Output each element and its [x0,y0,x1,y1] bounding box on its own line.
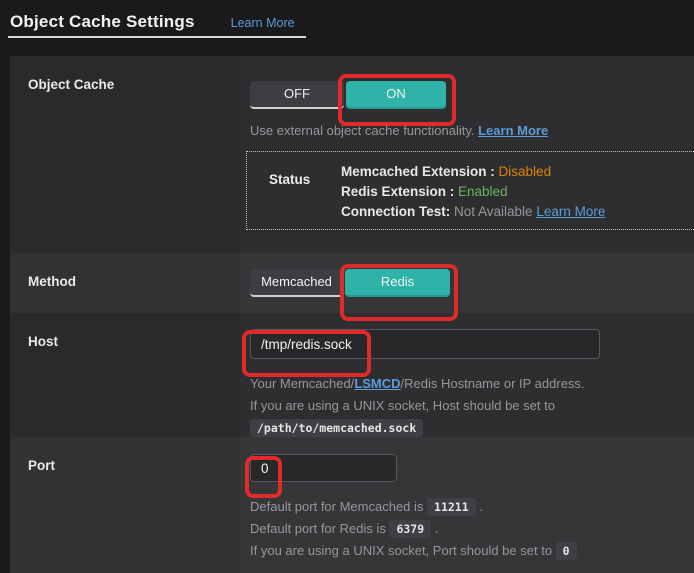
row-port: Port Default port for Memcached is 11211… [10,437,694,573]
port-description-memcached: Default port for Memcached is 11211 . [250,498,483,516]
object-cache-learn-more-link[interactable]: Learn More [478,123,548,138]
method-redis-button[interactable]: Redis [345,269,450,297]
port-input[interactable] [250,454,397,482]
host-description-1: Your Memcached/LSMCD/Redis Hostname or I… [250,376,585,391]
port-description-redis: Default port for Redis is 6379 . [250,520,439,538]
settings-table: Object Cache OFF ON Use external object … [10,56,694,573]
method-memcached-button[interactable]: Memcached [250,269,343,297]
connection-status-value: Not Available [454,204,537,219]
socket-port-code: 0 [555,542,577,560]
memcached-status-value: Disabled [498,164,552,179]
lsmcd-link[interactable]: LSMCD [354,376,400,391]
status-line-redis: Redis Extension : Enabled [341,184,508,199]
row-host: Host Your Memcached/LSMCD/Redis Hostname… [10,313,694,437]
host-description-2: If you are using a UNIX socket, Host sho… [250,398,555,437]
object-cache-toggle: OFF ON [250,81,446,109]
redis-status-value: Enabled [458,184,508,199]
method-label: Method [10,253,240,313]
row-method: Method Memcached Redis [10,253,694,313]
port-description-socket: If you are using a UNIX socket, Port sho… [250,540,694,562]
page-title: Object Cache Settings [10,12,195,31]
row-object-cache: Object Cache OFF ON Use external object … [10,56,694,253]
host-input[interactable] [250,329,600,359]
header-learn-more-link[interactable]: Learn More [231,16,295,30]
status-line-memcached: Memcached Extension : Disabled [341,164,552,179]
status-lines: Memcached Extension : Disabled Redis Ext… [341,152,605,229]
object-cache-label: Object Cache [10,56,240,253]
connection-learn-more-link[interactable]: Learn More [536,204,605,219]
host-label: Host [10,313,240,437]
host-socket-path-code: /path/to/memcached.sock [250,419,424,437]
memcached-port-code: 11211 [427,498,476,516]
status-line-connection: Connection Test: Not Available Learn Mor… [341,204,606,219]
object-cache-on-button[interactable]: ON [346,81,446,109]
port-label: Port [10,437,240,573]
page-header: Object Cache Settings Learn More [8,10,306,38]
status-box: Status Memcached Extension : Disabled Re… [246,151,694,230]
object-cache-off-button[interactable]: OFF [250,81,344,109]
method-toggle: Memcached Redis [250,269,450,297]
redis-port-code: 6379 [389,520,432,538]
object-cache-description: Use external object cache functionality.… [250,123,549,138]
status-label: Status [269,172,311,187]
